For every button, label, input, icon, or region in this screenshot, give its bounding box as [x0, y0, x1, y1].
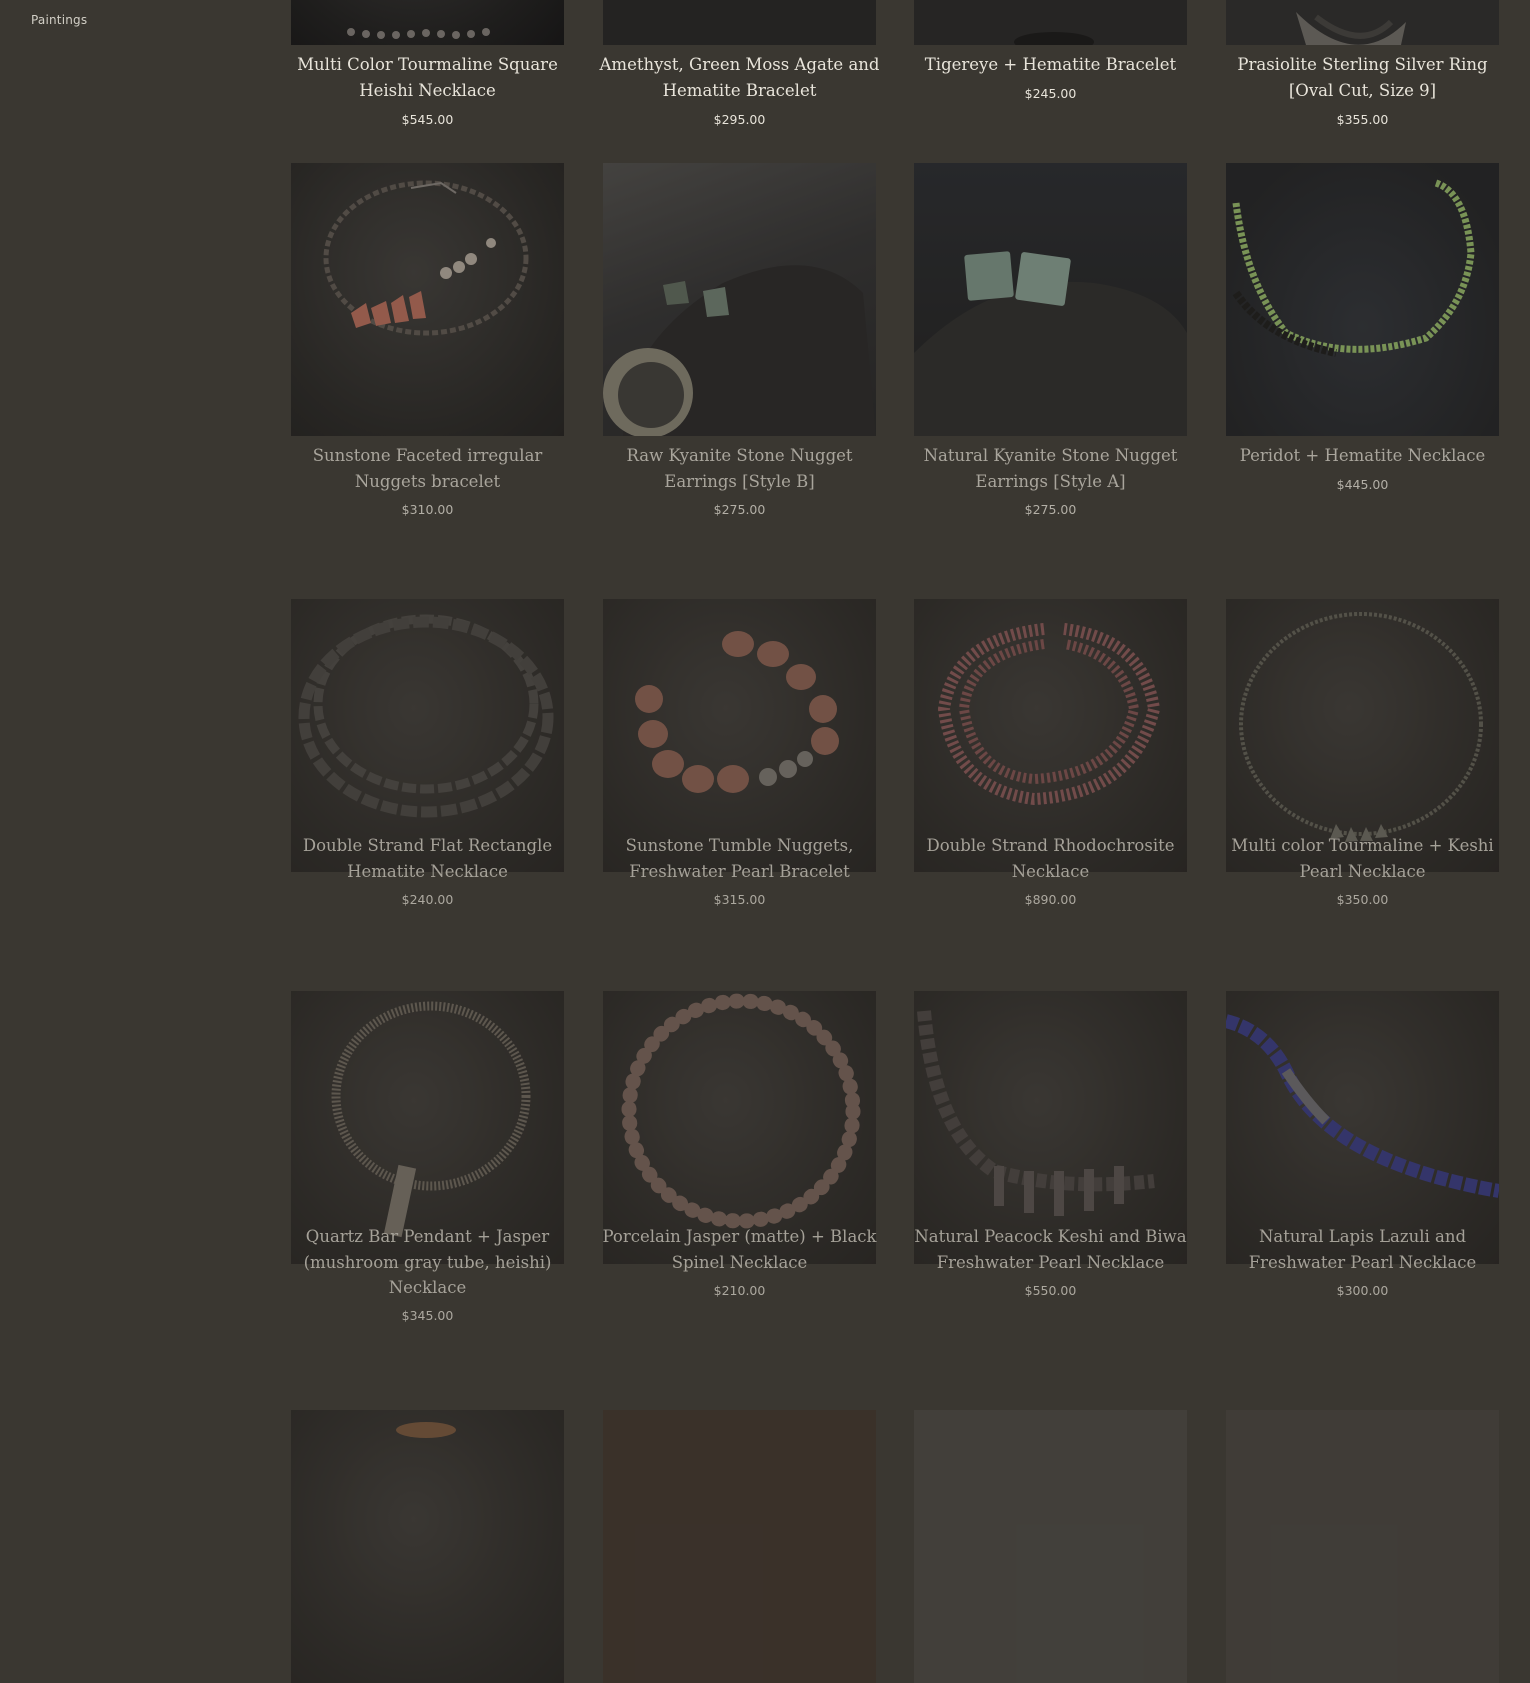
product-price: $295.00 [713, 112, 766, 127]
product-title[interactable]: Quartz Bar Pendant + Jasper (mushroom gr… [285, 1224, 570, 1301]
product-image[interactable] [914, 1410, 1187, 1683]
product-title[interactable]: Natural Kyanite Stone Nugget Earrings [S… [908, 443, 1193, 494]
product-image[interactable] [291, 163, 564, 436]
product-title[interactable]: Peridot + Hematite Necklace [1220, 443, 1505, 469]
product-title[interactable]: Tigereye + Hematite Bracelet [908, 52, 1193, 78]
product-price: $345.00 [401, 1308, 454, 1323]
product-image[interactable] [914, 0, 1187, 45]
product-title[interactable]: Multi color Tourmaline + Keshi Pearl Nec… [1220, 833, 1505, 884]
product-title[interactable]: Natural Peacock Keshi and Biwa Freshwate… [908, 1224, 1193, 1275]
product-image[interactable] [291, 599, 564, 872]
product-image[interactable] [603, 1410, 876, 1683]
product-title[interactable]: Sunstone Faceted irregular Nuggets brace… [285, 443, 570, 494]
product-image[interactable] [1226, 0, 1499, 45]
product-image[interactable] [603, 599, 876, 872]
product-price: $275.00 [713, 502, 766, 517]
product-title[interactable]: Multi Color Tourmaline Square Heishi Nec… [285, 52, 570, 103]
product-title[interactable]: Sunstone Tumble Nuggets, Freshwater Pear… [597, 833, 882, 884]
product-price: $545.00 [401, 112, 454, 127]
product-price: $210.00 [713, 1283, 766, 1298]
product-price: $240.00 [401, 892, 454, 907]
product-title[interactable]: Amethyst, Green Moss Agate and Hematite … [597, 52, 882, 103]
product-price: $890.00 [1024, 892, 1077, 907]
product-title[interactable]: Double Strand Flat Rectangle Hematite Ne… [285, 833, 570, 884]
product-image[interactable] [1226, 1410, 1499, 1683]
product-image[interactable] [914, 163, 1187, 436]
product-price: $355.00 [1336, 112, 1389, 127]
product-title[interactable]: Porcelain Jasper (matte) + Black Spinel … [597, 1224, 882, 1275]
product-price: $310.00 [401, 502, 454, 517]
product-image[interactable] [914, 599, 1187, 872]
product-price: $550.00 [1024, 1283, 1077, 1298]
product-price: $300.00 [1336, 1283, 1389, 1298]
product-price: $350.00 [1336, 892, 1389, 907]
product-image[interactable] [603, 0, 876, 45]
product-grid: Multi Color Tourmaline Square Heishi Nec… [0, 0, 1530, 1683]
product-title[interactable]: Raw Kyanite Stone Nugget Earrings [Style… [597, 443, 882, 494]
product-title[interactable]: Prasiolite Sterling Silver Ring [Oval Cu… [1220, 52, 1505, 103]
product-image[interactable] [1226, 163, 1499, 436]
product-price: $245.00 [1024, 86, 1077, 101]
product-price: $315.00 [713, 892, 766, 907]
product-title[interactable]: Double Strand Rhodochrosite Necklace [908, 833, 1193, 884]
product-price: $275.00 [1024, 502, 1077, 517]
product-image[interactable] [291, 0, 564, 45]
product-title[interactable]: Natural Lapis Lazuli and Freshwater Pear… [1220, 1224, 1505, 1275]
product-image[interactable] [291, 1410, 564, 1683]
product-image[interactable] [1226, 599, 1499, 872]
product-price: $445.00 [1336, 477, 1389, 492]
product-image[interactable] [603, 163, 876, 436]
